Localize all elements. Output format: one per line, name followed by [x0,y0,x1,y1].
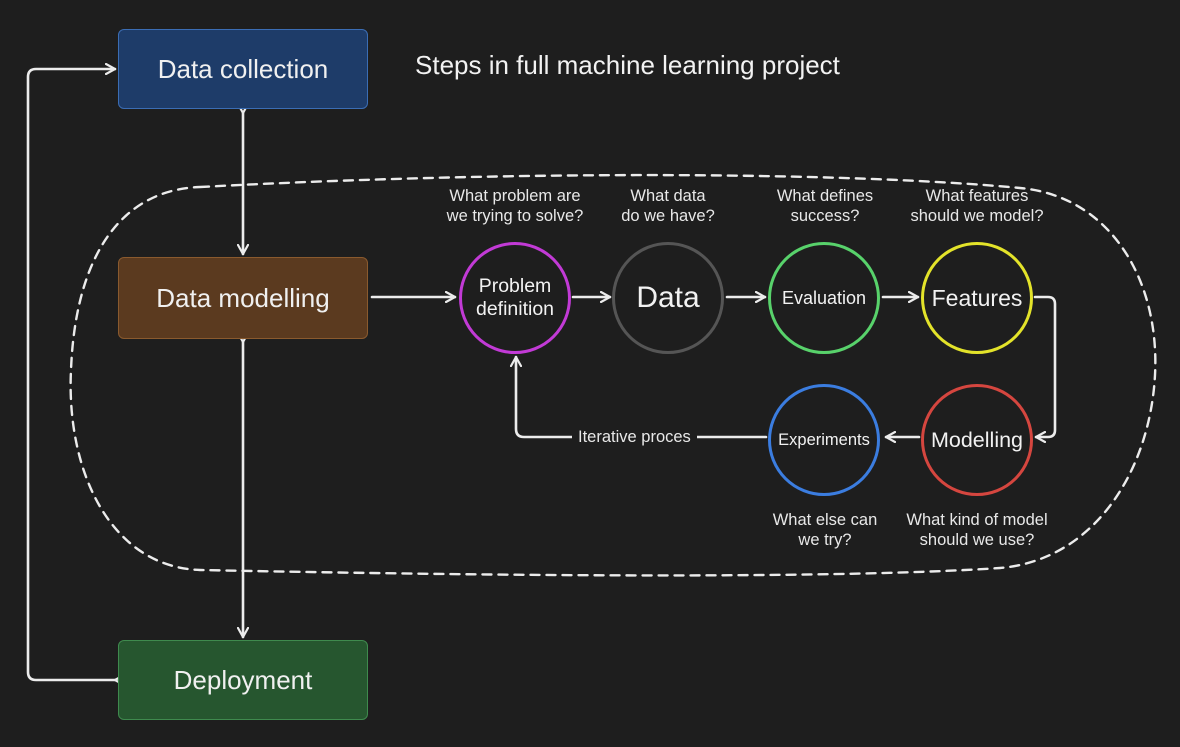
features-to-modelling-arrow [1033,295,1057,437]
deployment-box: Deployment [118,640,368,720]
step-data: Data [612,242,724,354]
step-label: Features [931,284,1023,311]
step-experiments: Experiments [768,384,880,496]
connector-layer [26,0,1157,747]
step-problem-definition: Problem definition [459,242,571,354]
step-label: Data [636,281,700,314]
step-label: Evaluation [781,287,867,308]
question-data: What data do we have? [621,187,715,225]
step-label: Experiments [778,430,870,449]
step-features: Features [921,242,1033,354]
question-features: What features should we model? [910,187,1044,225]
iterative-loop-arrow [516,355,768,439]
iterative-process-label: Iterative proces [572,428,697,447]
step-evaluation: Evaluation [768,242,880,354]
step-label: Problem definition [475,275,555,320]
question-modelling: What kind of model should we use? [906,511,1048,549]
data-collection-box: Data collection [118,29,368,109]
step-label: Modelling [930,427,1024,452]
data-modelling-box: Data modelling [118,257,368,339]
diagram-title: Steps in full machine learning project [415,50,840,80]
step-modelling: Modelling [921,384,1033,496]
